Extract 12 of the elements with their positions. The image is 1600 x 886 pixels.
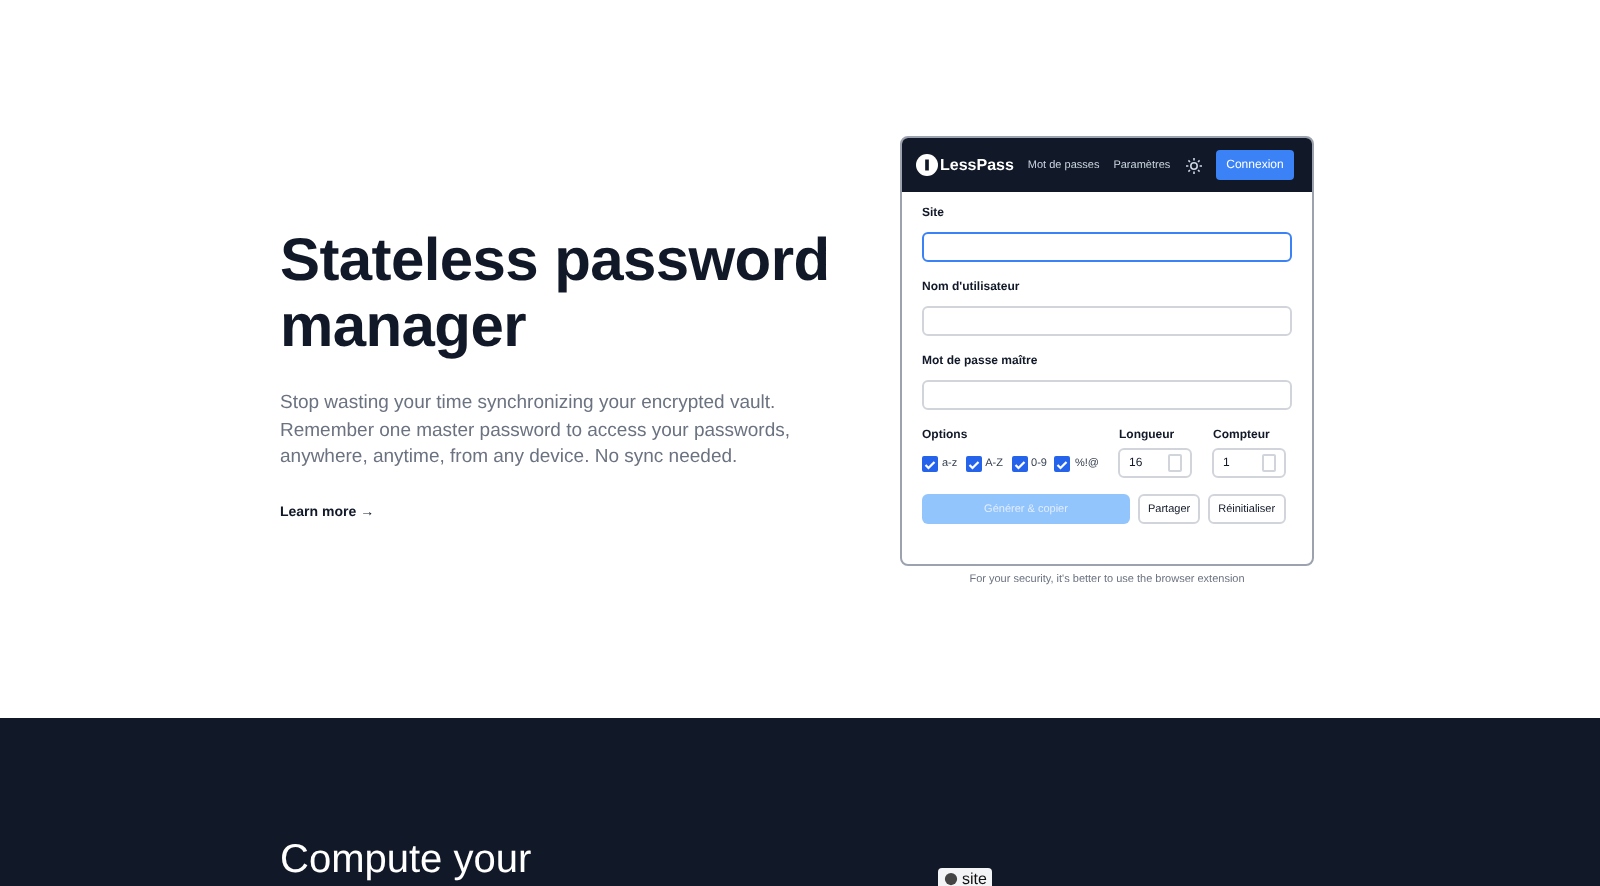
input-field[interactable]	[922, 232, 1292, 262]
section-title: Compute your	[280, 838, 532, 882]
hero-description: Stop wasting your time synchronizing your encrypted vault. Remember one master password to access your passwords, anywhere, anytime, from any device. No sync needed.	[280, 390, 793, 471]
chip-label: site	[962, 870, 987, 886]
hero-title: Stateless password manager	[280, 228, 832, 360]
brand-name: LessPass	[940, 156, 1014, 174]
checkbox[interactable]	[965, 456, 982, 472]
checkbox[interactable]	[1011, 456, 1028, 472]
checkbox[interactable]	[1054, 456, 1071, 472]
key-logo-icon	[916, 154, 938, 176]
sun-icon[interactable]	[1186, 157, 1203, 173]
checkbox[interactable]	[922, 456, 938, 472]
